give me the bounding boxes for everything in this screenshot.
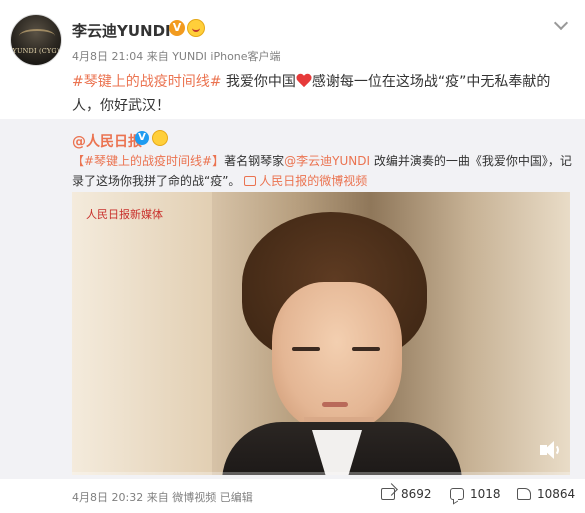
share-icon xyxy=(381,488,395,500)
repost-text-part: 著名钢琴家 xyxy=(224,154,285,168)
video-subject-mouth xyxy=(322,402,348,407)
video-background xyxy=(72,192,212,475)
watermark-sub: 新媒体 xyxy=(130,208,163,221)
share-button[interactable]: 8692 xyxy=(381,487,432,501)
heart-icon xyxy=(296,74,312,88)
member-emoji-icon xyxy=(187,19,205,37)
video-link[interactable]: 人民日报的微博视频 xyxy=(244,174,367,188)
video-subject-eye xyxy=(352,347,380,351)
verified-icon: V xyxy=(169,20,185,36)
mention-link[interactable]: @李云迪YUNDI xyxy=(284,154,370,168)
video-player[interactable]: 人民日报新媒体 xyxy=(72,192,570,475)
video-link-label: 人民日报的微博视频 xyxy=(259,174,368,188)
post-meta: 4月8日 21:04 来自 YUNDI iPhone客户端 xyxy=(72,48,281,64)
repost-footer: 4月8日 20:32 来自 微博视频 已编辑 8692 1018 10864 xyxy=(0,479,585,513)
video-subject-face xyxy=(272,282,402,432)
video-watermark: 人民日报新媒体 xyxy=(86,206,163,222)
author-avatar[interactable]: YUNDI (CYG) xyxy=(10,14,62,66)
share-count: 8692 xyxy=(401,487,432,501)
reposted-weibo: @人民日报 V 【#琴键上的战疫时间线#】著名钢琴家@李云迪YUNDI 改编并演… xyxy=(0,119,585,479)
video-link-icon xyxy=(244,176,257,186)
avatar-logo-text: YUNDI (CYG) xyxy=(12,47,60,55)
comment-icon xyxy=(450,488,464,500)
comment-button[interactable]: 1018 xyxy=(450,487,501,501)
volume-wave-shape xyxy=(551,444,559,456)
source-prefix: 来自 xyxy=(146,50,169,63)
like-count: 10864 xyxy=(537,487,576,501)
repost-hashtag-link[interactable]: 【#琴键上的战疫时间线#】 xyxy=(72,154,224,168)
author-name[interactable]: 李云迪YUNDI xyxy=(72,20,171,41)
repost-text: 【#琴键上的战疫时间线#】著名钢琴家@李云迪YUNDI 改编并演奏的一曲《我爱你… xyxy=(72,151,578,191)
blue-verified-icon: V xyxy=(135,131,149,145)
avatar-piano-graphic xyxy=(19,29,55,43)
repost-timestamp[interactable]: 4月8日 20:32 xyxy=(72,491,143,504)
video-progress-bar[interactable] xyxy=(72,472,570,475)
content-text: 我爱你中国 xyxy=(221,74,296,90)
post-source[interactable]: YUNDI iPhone客户端 xyxy=(172,50,280,63)
repost-author-link[interactable]: @人民日报 xyxy=(72,131,142,151)
hashtag-link[interactable]: #琴键上的战疫时间线# xyxy=(72,74,221,90)
video-subject-eye xyxy=(292,347,320,351)
post-content: #琴键上的战疫时间线# 我爱你中国 感谢每一位在这场战“疫”中无私奉献的人，你好武… xyxy=(72,70,572,118)
repost-meta: 4月8日 20:32 来自 微博视频 已编辑 xyxy=(72,489,253,505)
chevron-down-icon[interactable] xyxy=(553,15,569,31)
post-timestamp[interactable]: 4月8日 21:04 xyxy=(72,50,143,63)
repost-source[interactable]: 微博视频 xyxy=(172,491,216,504)
like-button[interactable]: 10864 xyxy=(517,487,575,501)
thumbs-up-icon xyxy=(517,488,531,500)
volume-icon[interactable] xyxy=(538,439,560,461)
watermark-main: 人民日报 xyxy=(86,208,130,221)
edited-label[interactable]: 已编辑 xyxy=(220,491,253,504)
repost-source-prefix: 来自 xyxy=(146,491,169,504)
comment-count: 1018 xyxy=(470,487,501,501)
member-emoji-icon xyxy=(152,130,168,146)
weibo-post: YUNDI (CYG) 李云迪YUNDI V 4月8日 21:04 来自 YUN… xyxy=(0,0,585,513)
